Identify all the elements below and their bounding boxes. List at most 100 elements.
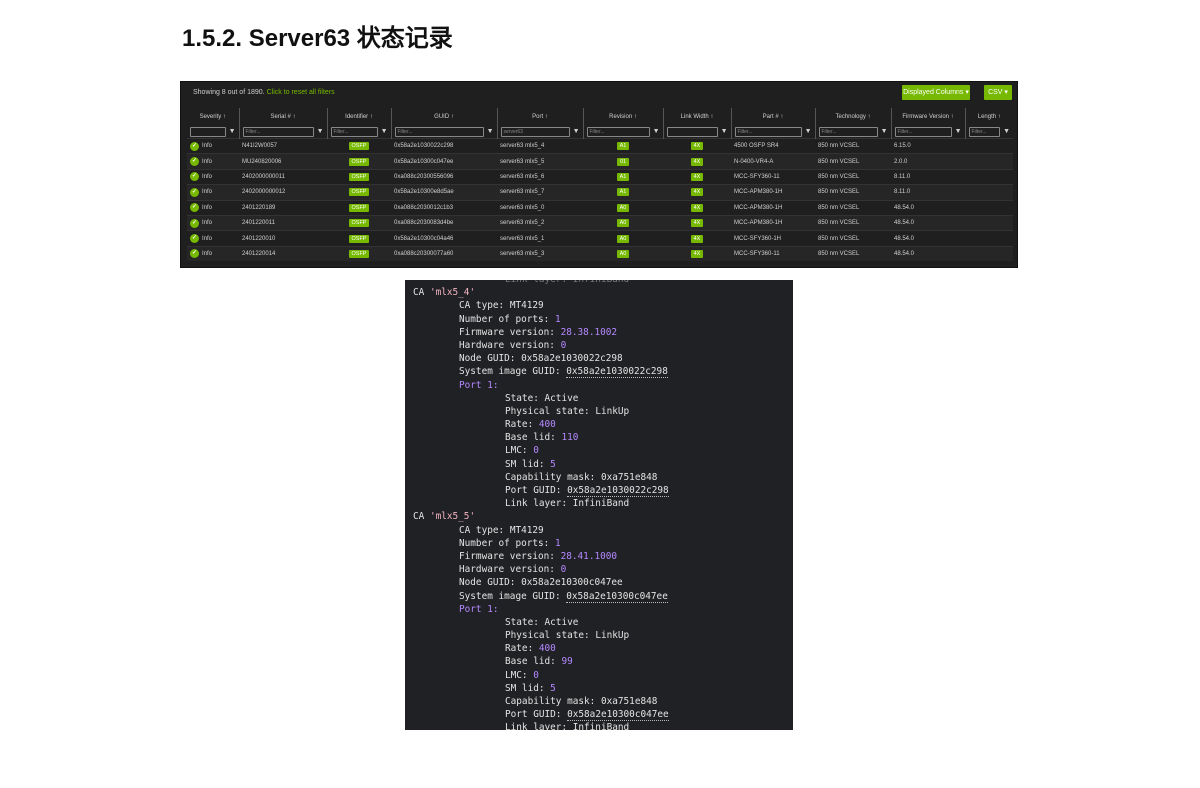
results-summary: Showing 8 out of 1890. Click to reset al…	[193, 89, 335, 96]
filter-cell: Filter... ▼	[815, 125, 892, 139]
part-number-cell: N-0400-VR4-A	[731, 153, 815, 170]
showing-count-text: Showing 8 out of 1890.	[193, 89, 265, 96]
ca-prefix: CA	[413, 511, 430, 523]
identifier-badge: OSFP	[348, 203, 370, 212]
column-header[interactable]: Firmware Version ↑	[891, 108, 966, 125]
column-header[interactable]: GUID ↑	[391, 108, 498, 125]
filter-input[interactable]: Filter...	[330, 126, 378, 137]
table-row[interactable]: ✓ Info 2401220011 OSFP 0xa088c2030083d4be ser…	[187, 214, 1013, 231]
column-header[interactable]: Severity ↑	[187, 108, 240, 125]
technology-cell: 850 nm VCSEL	[815, 199, 891, 216]
funnel-icon[interactable]: ▼	[881, 128, 888, 136]
label: CA type:	[459, 300, 510, 312]
revision-cell: A1	[583, 168, 663, 185]
value: 5	[550, 682, 556, 694]
technology-cell: 850 nm VCSEL	[815, 230, 891, 247]
table-row[interactable]: ✓ Info N41I2W0057 OSFP 0x58a2e1030022c298 ser…	[187, 137, 1013, 154]
filter-input[interactable]: server63	[500, 126, 570, 137]
funnel-icon[interactable]: ▼	[381, 128, 388, 136]
lmc-line: LMC: 0	[405, 444, 669, 457]
length-cell	[965, 230, 1013, 247]
value: 0xa751e848	[600, 696, 658, 707]
length-cell	[965, 168, 1013, 185]
num-ports-line: Number of ports: 1	[405, 537, 669, 550]
link-width-cell: 4X	[663, 230, 731, 247]
identifier-badge: OSFP	[348, 188, 370, 197]
guid-cell: 0x58a2e10300c04a46	[391, 230, 497, 247]
filter-input[interactable]	[190, 126, 226, 137]
serial-cell: 2401220011	[239, 214, 327, 231]
filter-input[interactable]: Filter...	[242, 126, 314, 137]
port-cell: server63 mlx5_6	[497, 168, 583, 185]
link-width-badge: 4X	[690, 203, 704, 212]
label: Rate:	[505, 643, 539, 655]
filter-input[interactable]: Filter...	[586, 126, 650, 137]
filter-cell: Filter... ▼	[239, 125, 328, 139]
revision-cell: A0	[583, 245, 663, 262]
link-width-badge: 4X	[690, 157, 704, 166]
severity-indicator: ✓ Info	[190, 249, 236, 259]
label: System image GUID:	[459, 366, 567, 378]
table-row[interactable]: ✓ Info MU240820006 OSFP 0x58a2e10300c047ee se…	[187, 153, 1013, 170]
filter-cell: Filter... ▼	[583, 125, 664, 139]
funnel-icon[interactable]: ▼	[653, 128, 660, 136]
page-heading: 1.5.2. Server63 状态记录	[182, 25, 453, 52]
link-width-badge: 4X	[690, 219, 704, 228]
funnel-icon[interactable]: ▼	[805, 128, 812, 136]
table-row[interactable]: ✓ Info 2401220014 OSFP 0xa088c20300077a60 ser…	[187, 245, 1013, 262]
value: 0x58a2e1030022c298	[567, 485, 669, 497]
transceiver-dashboard: Showing 8 out of 1890. Click to reset al…	[180, 81, 1018, 268]
funnel-icon[interactable]: ▼	[1003, 128, 1010, 136]
serial-cell: 2402000000012	[239, 184, 327, 201]
column-header[interactable]: Revision ↑	[583, 108, 664, 125]
filter-input[interactable]: Filter...	[894, 126, 952, 137]
revision-badge: 01	[616, 157, 630, 166]
value: 0	[533, 669, 539, 681]
column-header[interactable]: Identifier ↑	[327, 108, 392, 125]
link-layer-line: Link layer: InfiniBand	[405, 497, 669, 510]
column-header[interactable]: Serial # ↑	[239, 108, 328, 125]
severity-label: Info	[202, 204, 213, 211]
displayed-columns-button[interactable]: Displayed Columns ▾	[902, 85, 970, 100]
label: Hardware version:	[459, 339, 561, 351]
filter-input[interactable]: Filter...	[394, 126, 484, 137]
guid-cell: 0xa088c2030012c1b3	[391, 199, 497, 216]
table-row[interactable]: ✓ Info 2402000000011 OSFP 0xa088c20300556096…	[187, 168, 1013, 185]
reset-filters-link[interactable]: Click to reset all filters	[267, 89, 335, 96]
guid-cell: 0xa088c20300556096	[391, 168, 497, 185]
node-guid-line: Node GUID: 0x58a2e1030022c298	[405, 352, 669, 365]
part-number-cell: MCC-SFY360-11	[731, 245, 815, 262]
state-line: State: Active	[405, 616, 669, 629]
column-header[interactable]: Part # ↑	[731, 108, 816, 125]
revision-badge: A0	[616, 219, 630, 228]
technology-cell: 850 nm VCSEL	[815, 184, 891, 201]
guid-cell: 0x58a2e10300c047ee	[391, 153, 497, 170]
column-header[interactable]: Link Width ↑	[663, 108, 732, 125]
funnel-icon[interactable]: ▼	[721, 128, 728, 136]
table-row[interactable]: ✓ Info 2401220010 OSFP 0x58a2e10300c04a46 ser…	[187, 230, 1013, 247]
system-guid-line: System image GUID: 0x58a2e10300c047ee	[405, 590, 669, 603]
funnel-icon[interactable]: ▼	[573, 128, 580, 136]
serial-cell: 2401220010	[239, 230, 327, 247]
severity-indicator: ✓ Info	[190, 141, 236, 151]
filter-input[interactable]: Filter...	[968, 126, 1001, 137]
filter-input[interactable]	[666, 126, 718, 137]
column-header[interactable]: Port ↑	[497, 108, 584, 125]
csv-export-button[interactable]: CSV ▾	[984, 85, 1012, 100]
base-lid-line: Base lid: 110	[405, 431, 669, 444]
label: Physical state:	[505, 405, 596, 417]
funnel-icon[interactable]: ▼	[955, 128, 962, 136]
funnel-icon[interactable]: ▼	[487, 128, 494, 136]
label: Port GUID:	[505, 709, 568, 721]
severity-label: Info	[202, 235, 213, 242]
table-row[interactable]: ✓ Info 2401220189 OSFP 0xa088c2030012c1b3 ser…	[187, 199, 1013, 216]
filter-input[interactable]: Filter...	[818, 126, 878, 137]
firmware-line: Firmware version: 28.41.1000	[405, 550, 669, 563]
funnel-icon[interactable]: ▼	[317, 128, 324, 136]
column-header[interactable]: Length ↑	[965, 108, 1013, 125]
column-header[interactable]: Technology ↑	[815, 108, 892, 125]
funnel-icon[interactable]: ▼	[229, 128, 236, 136]
table-row[interactable]: ✓ Info 2402000000012 OSFP 0x58a2e10300e8d5ae…	[187, 184, 1013, 201]
filter-input[interactable]: Filter...	[734, 126, 802, 137]
severity-label: Info	[202, 173, 213, 180]
